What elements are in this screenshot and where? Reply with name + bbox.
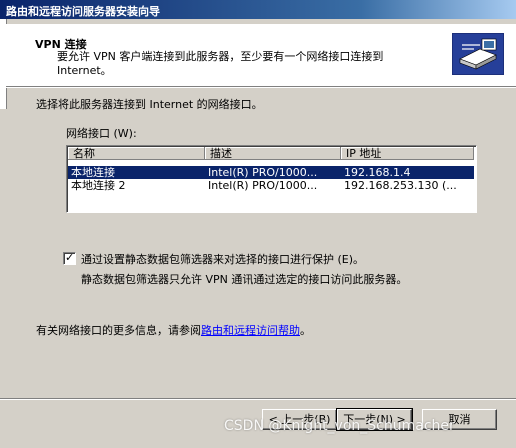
network-interface-list[interactable]: 名称 描述 IP 地址 本地连接 Intel(R) PRO/1000... 19…: [66, 145, 477, 213]
column-header-name[interactable]: 名称: [68, 147, 205, 160]
header-separator: [6, 87, 516, 88]
watermark: CSDN @Knight_von_Schumacher: [224, 418, 455, 434]
row-description: Intel(R) PRO/1000...: [208, 166, 318, 179]
row-description: Intel(R) PRO/1000...: [208, 179, 318, 192]
static-filter-label[interactable]: 通过设置静态数据包筛选器来对选择的接口进行保护 (E)。: [81, 251, 364, 267]
checkmark-icon: ✓: [65, 251, 75, 264]
network-interface-label: 网络接口 (W):: [66, 127, 137, 140]
more-info-suffix: 。: [300, 324, 311, 337]
instruction-text: 选择将此服务器连接到 Internet 的网络接口。: [36, 98, 263, 111]
list-header: 名称 描述 IP 地址: [68, 147, 474, 161]
row-ip: 192.168.253.130 (...: [344, 179, 457, 192]
help-link[interactable]: 路由和远程访问帮助: [201, 324, 300, 337]
header-description: 要允许 VPN 客户端连接到此服务器，至少要有一个网络接口连接到 Interne…: [57, 50, 384, 77]
more-info-prefix: 有关网络接口的更多信息，请参阅: [36, 324, 201, 337]
row-name: 本地连接 2: [71, 179, 126, 192]
wizard-header: VPN 连接 要允许 VPN 客户端连接到此服务器，至少要有一个网络接口连接到 …: [6, 24, 516, 87]
column-header-ip[interactable]: IP 地址: [341, 147, 474, 160]
static-filter-description: 静态数据包筛选器只允许 VPN 通讯通过选定的接口访问此服务器。: [81, 273, 408, 286]
static-filter-checkbox[interactable]: ✓: [63, 251, 76, 265]
network-wizard-icon: [452, 33, 504, 75]
bottom-separator: [0, 398, 516, 400]
list-row-local-connection-2[interactable]: 本地连接 2 Intel(R) PRO/1000... 192.168.253.…: [68, 179, 474, 192]
column-header-description[interactable]: 描述: [205, 147, 341, 160]
row-ip: 192.168.1.4: [344, 166, 411, 179]
window-title: 路由和远程访问服务器安装向导: [6, 5, 160, 18]
row-name: 本地连接: [71, 166, 115, 179]
title-bar[interactable]: 路由和远程访问服务器安装向导: [0, 0, 516, 19]
more-info-text: 有关网络接口的更多信息，请参阅路由和远程访问帮助。: [36, 322, 311, 338]
list-row-local-connection[interactable]: 本地连接 Intel(R) PRO/1000... 192.168.1.4: [68, 166, 474, 179]
